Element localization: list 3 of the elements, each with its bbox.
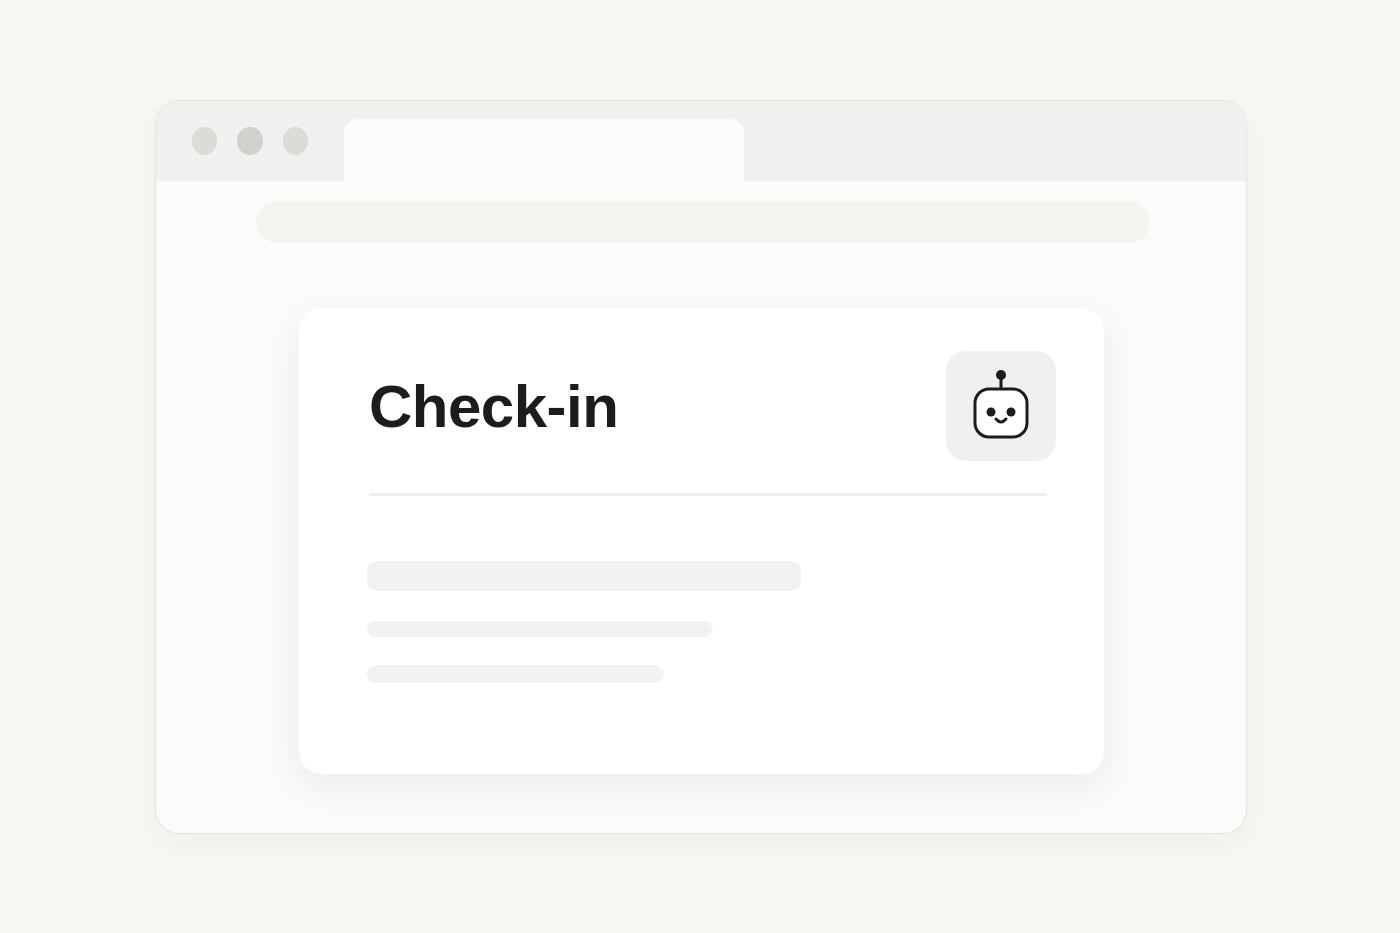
window-button[interactable]	[237, 127, 263, 155]
robot-icon	[946, 351, 1056, 461]
card-title: Check-in	[369, 371, 619, 441]
